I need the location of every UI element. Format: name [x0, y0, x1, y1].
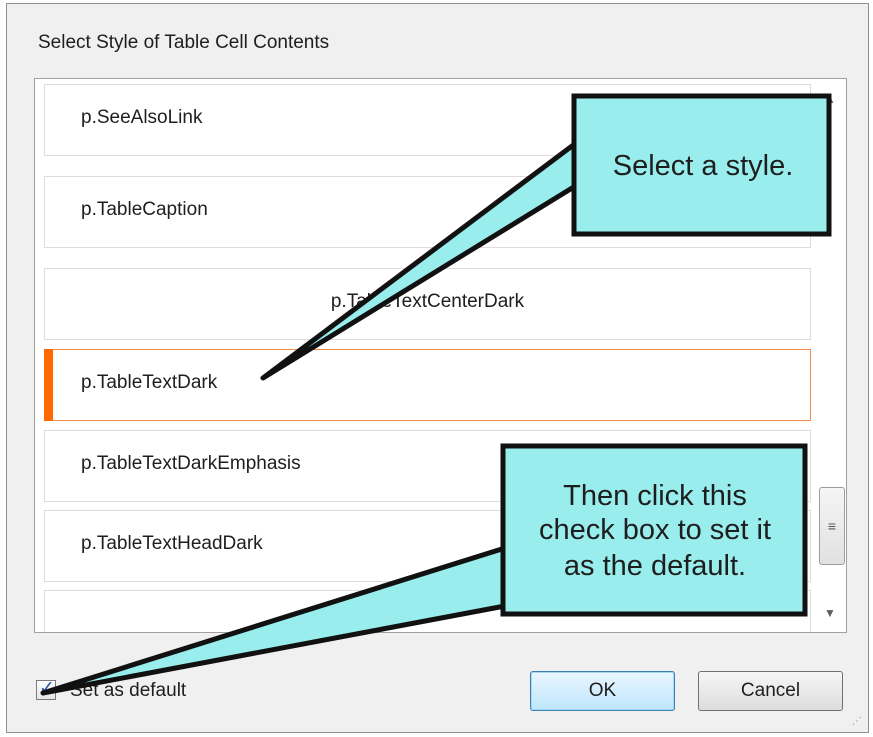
callout-pointer [40, 545, 508, 696]
callout-pointer [260, 140, 606, 381]
checkbox-callout-text-line3: as the default. [563, 550, 747, 582]
checkbox-callout-text-line2: check box to set it [538, 514, 772, 546]
select-style-callout-text: Select a style. [612, 150, 794, 182]
callout-overlay [40, 93, 832, 696]
select-style-callout [260, 93, 832, 381]
checkbox-callout-text-line1: Then click this [563, 480, 747, 512]
